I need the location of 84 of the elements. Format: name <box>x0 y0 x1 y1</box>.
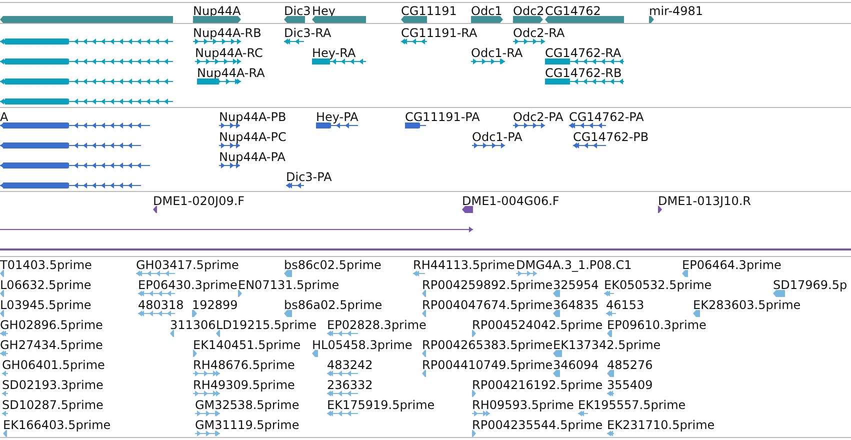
feature-label: EN07131.5prime <box>238 279 340 292</box>
feature-label: DME1-020J09.F <box>153 195 245 208</box>
feature-label: CG14762-RB <box>545 67 622 80</box>
feature-label: RP004259892.5prime <box>422 279 553 292</box>
feature-label: RH49309.5prime <box>193 379 295 392</box>
feature-label: bs86c02.5prime <box>284 259 382 272</box>
feature-label: L06632.5prime <box>0 279 92 292</box>
feature-label: Odc1-RA <box>471 47 523 60</box>
feature-label: Nup44A-PC <box>219 131 286 144</box>
feature-label: RH44113.5prime <box>413 259 515 272</box>
feature-label: EK050532.5prime <box>604 279 712 292</box>
feature-label: Dic3 <box>284 5 311 18</box>
feature-label: RP004216192.5prime <box>472 379 603 392</box>
feature-label: 485276 <box>607 359 653 372</box>
feature-label: 480318 <box>138 299 184 312</box>
feature-label: RP004524042.5prime <box>472 319 603 332</box>
feature-label: LD19215.5prime <box>216 319 317 332</box>
feature-label: GM31119.5prime <box>195 419 300 432</box>
feature-label: 236332 <box>327 379 373 392</box>
feature-label: Odc1 <box>471 5 502 18</box>
feature-label: EP09610.3prime <box>607 319 706 332</box>
feature-label: 364835 <box>553 299 599 312</box>
feature-label: Nup44A-RA <box>197 67 265 80</box>
feature-label: Dic3-PA <box>286 171 332 184</box>
feature-label: CG14762 <box>545 5 601 18</box>
feature-label: EK137342.5prime <box>553 339 661 352</box>
feature-label: HL05458.3prime <box>312 339 412 352</box>
feature-label: 346094 <box>553 359 599 372</box>
feature-label: Odc2-RA <box>513 27 565 40</box>
feature-label: CG11191 <box>401 5 457 18</box>
feature-label: Nup44A-RB <box>193 27 262 40</box>
feature-label: 311306 <box>170 319 216 332</box>
feature-label: Nup44A-RC <box>195 47 263 60</box>
feature-label: RP004265383.5prime <box>422 339 553 352</box>
feature-label: RP004047674.5prime <box>422 299 553 312</box>
feature-label: Nup44A-PA <box>219 151 286 164</box>
feature-label: Odc2-PA <box>513 111 564 124</box>
feature-label: EK140451.5prime <box>193 339 301 352</box>
feature-label: RH48676.5prime <box>193 359 295 372</box>
feature-label: GH27434.5prime <box>0 339 103 352</box>
feature-label: bs86a02.5prime <box>284 299 382 312</box>
feature-label: 46153 <box>606 299 644 312</box>
feature-label: EP02828.3prime <box>327 319 426 332</box>
feature-label: DME1-013J10.R <box>658 195 752 208</box>
feature-label: 325954 <box>553 279 599 292</box>
feature-label: T01403.5prime <box>0 259 92 272</box>
feature-label: RP004410749.5prime <box>422 359 553 372</box>
feature-label: Nup44A <box>193 5 241 18</box>
feature-label: EK166403.5prime <box>3 419 111 432</box>
feature-label: GH03417.5prime <box>136 259 239 272</box>
feature-label: CG14762-PA <box>569 111 644 124</box>
feature-label: Hey-RA <box>312 47 356 60</box>
feature-label: L03945.5prime <box>0 299 92 312</box>
feature-label: EP06430.3prime <box>138 279 238 292</box>
feature-label: DMG4A.3_1.P08.C1 <box>516 259 632 272</box>
feature-label: EK231710.5prime <box>607 419 715 432</box>
feature-label: SD17969.5p <box>773 279 848 292</box>
feature-label: RP004235544.5prime <box>472 419 603 432</box>
feature-label: 483242 <box>327 359 373 372</box>
feature-label: A <box>0 111 8 124</box>
feature-label: Odc1-PA <box>472 131 522 144</box>
feature-label: CG11191-PA <box>405 111 480 124</box>
feature-label: Odc2 <box>513 5 544 18</box>
feature-label: CG11191-RA <box>401 27 478 40</box>
feature-label: SD10287.5prime <box>2 399 104 412</box>
feature-label: Dic3-RA <box>284 27 332 40</box>
feature-label: CG14762-RA <box>545 47 622 60</box>
feature-label: GM32538.5prime <box>195 399 300 412</box>
feature-label: EK283603.5prime <box>693 299 801 312</box>
feature-label: Hey-PA <box>316 111 358 124</box>
feature-label: GH02896.5prime <box>0 319 103 332</box>
feature-label: GH06401.5prime <box>2 359 105 372</box>
feature-label: 192899 <box>192 299 238 312</box>
feature-label: EK175919.5prime <box>327 399 435 412</box>
feature-label: CG14762-PB <box>573 131 649 144</box>
feature-label: RH09593.5prime <box>472 399 574 412</box>
feature-label: mir-4981 <box>649 5 704 18</box>
feature-label: SD02193.3prime <box>2 379 104 392</box>
feature-label: 355409 <box>607 379 653 392</box>
feature-label: EK195557.5prime <box>578 399 686 412</box>
feature-label: DME1-004G06.F <box>462 195 560 208</box>
feature-label: Hey <box>312 5 336 18</box>
feature-label: Nup44A-PB <box>219 111 286 124</box>
feature-label: EP06464.3prime <box>682 259 782 272</box>
